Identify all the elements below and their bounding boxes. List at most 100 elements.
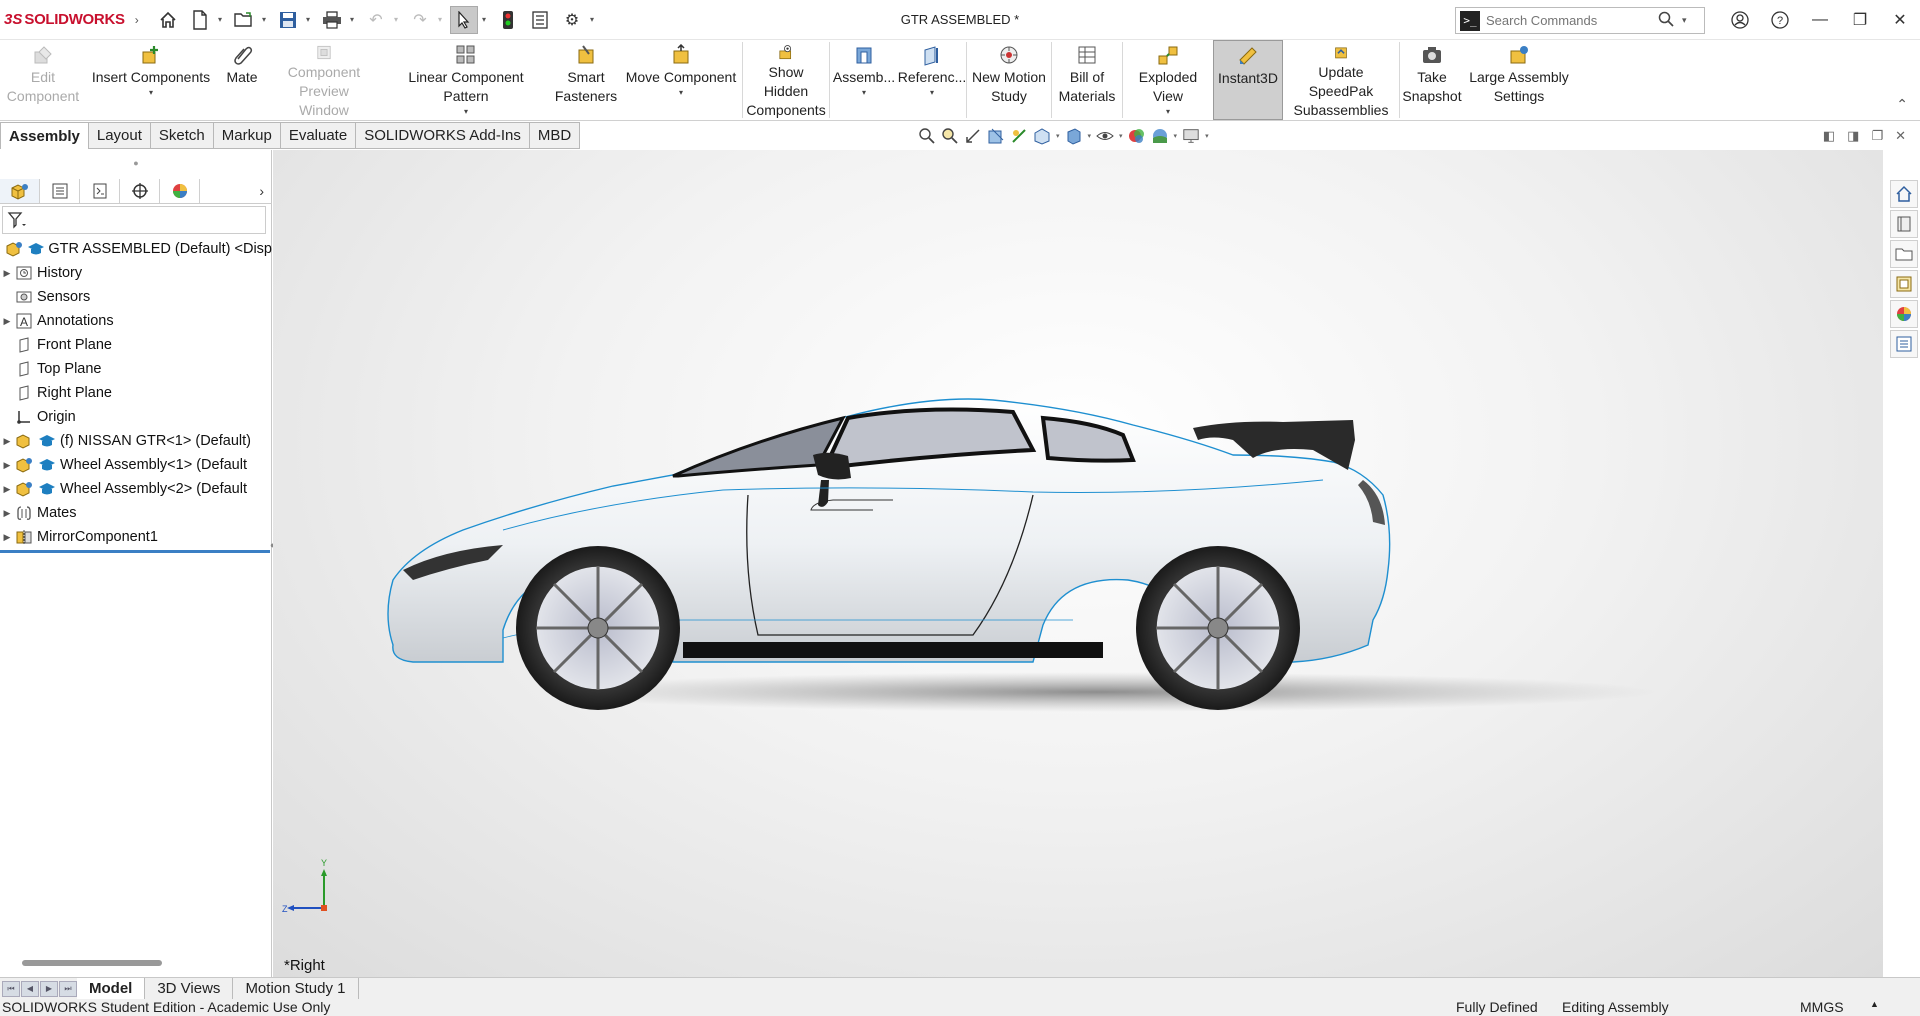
last-tab-icon[interactable]: ⏭ bbox=[59, 980, 77, 997]
select-dropdown-icon[interactable]: ▾ bbox=[482, 15, 490, 24]
undo-dropdown-icon[interactable]: ▾ bbox=[394, 15, 402, 24]
collapse-ribbon-icon[interactable]: ⌃ bbox=[1896, 96, 1908, 113]
mate-button[interactable]: Mate bbox=[216, 40, 268, 120]
next-tab-icon[interactable]: ▶ bbox=[40, 980, 58, 997]
view-palette-icon[interactable] bbox=[1890, 270, 1918, 298]
tab-addins[interactable]: SOLIDWORKS Add-Ins bbox=[356, 122, 530, 149]
new-document-icon[interactable] bbox=[186, 6, 214, 34]
prev-tab-icon[interactable]: ◀ bbox=[21, 980, 39, 997]
tree-item-front-plane[interactable]: Front Plane bbox=[0, 333, 272, 357]
design-library-icon[interactable] bbox=[1890, 210, 1918, 238]
tabs-overflow-chevron-icon[interactable]: › bbox=[259, 183, 264, 199]
file-properties-icon[interactable] bbox=[526, 6, 554, 34]
edit-component-button[interactable]: Edit Component bbox=[0, 40, 86, 120]
search-dropdown-icon[interactable]: ▾ bbox=[1682, 15, 1687, 26]
tree-item-wheel-assembly-1[interactable]: ▶ Wheel Assembly<1> (Default bbox=[0, 453, 272, 477]
hide-show-items-icon[interactable] bbox=[1096, 127, 1114, 145]
viewport-restore-icon[interactable]: ❐ bbox=[1871, 128, 1883, 144]
zoom-to-area-icon[interactable] bbox=[941, 127, 959, 145]
view-orientation-dropdown-icon[interactable]: ▾ bbox=[1056, 132, 1060, 140]
view-settings-icon[interactable] bbox=[1182, 127, 1200, 145]
show-hidden-components-button[interactable]: Show Hidden Components bbox=[743, 40, 829, 120]
tree-item-annotations[interactable]: ▶ A Annotations bbox=[0, 309, 272, 333]
help-icon[interactable]: ? bbox=[1760, 0, 1800, 40]
minimize-icon[interactable]: — bbox=[1800, 0, 1840, 40]
tree-item-top-plane[interactable]: Top Plane bbox=[0, 357, 272, 381]
apply-scene-dropdown-icon[interactable]: ▾ bbox=[1174, 132, 1178, 140]
new-dropdown-icon[interactable]: ▾ bbox=[218, 15, 226, 24]
undo-icon[interactable]: ↶ bbox=[362, 6, 390, 34]
filter-funnel-icon[interactable] bbox=[7, 211, 27, 229]
tree-item-wheel-assembly-2[interactable]: ▶ Wheel Assembly<2> (Default bbox=[0, 477, 272, 501]
search-input[interactable] bbox=[1486, 13, 1656, 28]
tab-3d-views[interactable]: 3D Views bbox=[145, 978, 234, 999]
units-dropdown-icon[interactable]: ▲ bbox=[1870, 999, 1879, 1009]
expand-arrow-icon[interactable]: ▶ bbox=[0, 316, 14, 327]
tree-item-sensors[interactable]: Sensors bbox=[0, 285, 272, 309]
menu-chevron-icon[interactable]: › bbox=[135, 13, 139, 27]
tab-markup[interactable]: Markup bbox=[213, 122, 281, 149]
move-component-dropdown-icon[interactable]: ▾ bbox=[679, 88, 683, 98]
options-gear-icon[interactable]: ⚙ bbox=[558, 6, 586, 34]
view-settings-dropdown-icon[interactable]: ▾ bbox=[1205, 132, 1209, 140]
take-snapshot-button[interactable]: Take Snapshot bbox=[1400, 40, 1464, 120]
display-style-dropdown-icon[interactable]: ▾ bbox=[1088, 132, 1092, 140]
rollback-bar[interactable] bbox=[0, 550, 270, 553]
configuration-manager-tab-icon[interactable] bbox=[80, 178, 120, 203]
graphics-area[interactable] bbox=[273, 150, 1883, 978]
expand-arrow-icon[interactable]: ▶ bbox=[0, 484, 14, 495]
large-assembly-settings-button[interactable]: Large Assembly Settings bbox=[1464, 40, 1574, 120]
insert-components-button[interactable]: Insert Components ▾ bbox=[86, 40, 216, 120]
unit-system[interactable]: MMGS bbox=[1800, 999, 1844, 1015]
exploded-view-button[interactable]: Exploded View ▾ bbox=[1123, 40, 1213, 120]
tree-item-nissan-gtr[interactable]: ▶ (f) NISSAN GTR<1> (Default) bbox=[0, 429, 272, 453]
restore-icon[interactable]: ❐ bbox=[1840, 0, 1880, 40]
new-motion-study-button[interactable]: New Motion Study bbox=[967, 40, 1051, 120]
expand-arrow-icon[interactable]: ▶ bbox=[0, 268, 14, 279]
apply-scene-icon[interactable] bbox=[1151, 127, 1169, 145]
appearances-icon[interactable] bbox=[1890, 300, 1918, 328]
search-icon[interactable] bbox=[1658, 11, 1674, 31]
options-dropdown-icon[interactable]: ▾ bbox=[590, 15, 598, 24]
edit-appearance-icon[interactable] bbox=[1128, 127, 1146, 145]
dynamic-annotation-icon[interactable] bbox=[1010, 127, 1028, 145]
instant3d-button[interactable]: Instant3D bbox=[1213, 40, 1283, 120]
property-manager-tab-icon[interactable] bbox=[40, 178, 80, 203]
move-component-button[interactable]: Move Component ▾ bbox=[620, 40, 742, 120]
component-preview-window-button[interactable]: Component Preview Window bbox=[268, 40, 380, 120]
display-style-icon[interactable] bbox=[1065, 127, 1083, 145]
tree-item-mates[interactable]: ▶ Mates bbox=[0, 501, 272, 525]
featuremanager-tree-tab-icon[interactable] bbox=[0, 178, 40, 203]
smart-fasteners-button[interactable]: Smart Fasteners bbox=[552, 40, 620, 120]
pattern-dropdown-icon[interactable]: ▾ bbox=[464, 107, 468, 117]
redo-dropdown-icon[interactable]: ▾ bbox=[438, 15, 446, 24]
update-speedpak-button[interactable]: Update SpeedPak Subassemblies bbox=[1283, 40, 1399, 120]
previous-view-icon[interactable] bbox=[964, 127, 982, 145]
save-dropdown-icon[interactable]: ▾ bbox=[306, 15, 314, 24]
view-orientation-icon[interactable] bbox=[1033, 127, 1051, 145]
panel-grip[interactable]: ● bbox=[0, 150, 272, 176]
assembly-features-button[interactable]: Assemb... ▾ bbox=[830, 40, 898, 120]
tree-root-assembly[interactable]: GTR ASSEMBLED (Default) <Disp bbox=[0, 237, 272, 261]
expand-arrow-icon[interactable]: ▶ bbox=[0, 508, 14, 519]
dimxpert-manager-tab-icon[interactable] bbox=[120, 178, 160, 203]
tree-item-mirror-component[interactable]: ▶ MirrorComponent1 bbox=[0, 525, 272, 549]
tab-model[interactable]: Model bbox=[77, 978, 146, 999]
redo-icon[interactable]: ↷ bbox=[406, 6, 434, 34]
expand-arrow-icon[interactable]: ▶ bbox=[0, 460, 14, 471]
display-manager-tab-icon[interactable] bbox=[160, 178, 200, 203]
tab-mbd[interactable]: MBD bbox=[529, 122, 581, 149]
open-dropdown-icon[interactable]: ▾ bbox=[262, 15, 270, 24]
tree-item-history[interactable]: ▶ History bbox=[0, 261, 272, 285]
close-icon[interactable]: ✕ bbox=[1880, 0, 1920, 40]
print-dropdown-icon[interactable]: ▾ bbox=[350, 15, 358, 24]
account-icon[interactable] bbox=[1720, 0, 1760, 40]
section-view-icon[interactable] bbox=[987, 127, 1005, 145]
first-tab-icon[interactable]: ⏮ bbox=[2, 980, 20, 997]
viewport-tile-left-icon[interactable]: ◧ bbox=[1823, 128, 1835, 144]
file-explorer-icon[interactable] bbox=[1890, 240, 1918, 268]
insert-components-dropdown-icon[interactable]: ▾ bbox=[149, 88, 153, 98]
expand-arrow-icon[interactable]: ▶ bbox=[0, 436, 14, 447]
home-icon[interactable] bbox=[154, 6, 182, 34]
horizontal-scrollbar[interactable] bbox=[22, 960, 162, 966]
